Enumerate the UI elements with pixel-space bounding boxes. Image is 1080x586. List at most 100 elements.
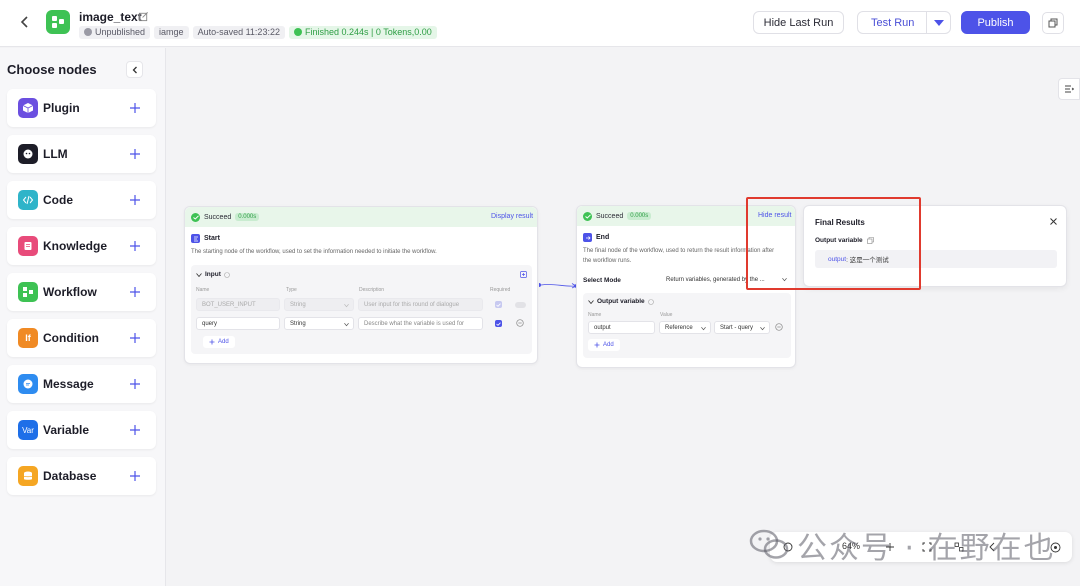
sidebar-item-plugin[interactable]: Plugin xyxy=(7,89,156,127)
required-checkbox xyxy=(495,301,502,308)
node-sidebar: Choose nodes Plugin LLM Code Knowledge W… xyxy=(0,48,166,586)
required-checkbox[interactable] xyxy=(495,320,502,327)
check-circle-icon xyxy=(293,28,302,36)
plugin-icon xyxy=(18,98,38,118)
sidebar-item-label: Code xyxy=(43,193,73,207)
chevron-left-icon xyxy=(20,16,28,28)
input-section-title[interactable]: Input xyxy=(196,271,230,278)
autosave-status: Auto-saved 11:23:22 xyxy=(192,25,285,39)
node-title: Start xyxy=(204,235,220,242)
sidebar-item-variable[interactable]: Var Variable xyxy=(7,411,156,449)
sidebar-item-message[interactable]: Message xyxy=(7,365,156,403)
remove-icon[interactable] xyxy=(516,319,524,327)
sidebar-item-label: Database xyxy=(43,469,97,483)
display-result-link[interactable]: Display result xyxy=(491,213,533,220)
sidebar-item-knowledge[interactable]: Knowledge xyxy=(7,227,156,265)
chevron-down-icon[interactable] xyxy=(934,20,944,26)
sidebar-item-database[interactable]: Database xyxy=(7,457,156,495)
close-icon[interactable] xyxy=(1049,217,1058,226)
remove-icon[interactable] xyxy=(775,323,783,331)
plus-icon[interactable] xyxy=(128,285,142,299)
plus-icon[interactable] xyxy=(128,101,142,115)
sidebar-item-label: Plugin xyxy=(43,101,80,115)
param-description-input[interactable]: Describe what the variable is used for xyxy=(358,317,483,330)
duration-badge: 0.000s xyxy=(627,212,652,220)
add-output-button[interactable]: Add xyxy=(588,339,620,351)
workflow-canvas[interactable]: Succeed 0.000s Display result Start The … xyxy=(167,48,1080,586)
plus-icon[interactable] xyxy=(128,147,142,161)
start-node-icon xyxy=(191,234,200,243)
watermark: 公众号 · 在野在也 xyxy=(749,525,1056,566)
condition-icon: If xyxy=(18,328,38,348)
chevron-left-icon xyxy=(132,66,137,73)
code-icon xyxy=(18,190,38,210)
sidebar-item-label: Knowledge xyxy=(43,239,108,253)
chevron-down-icon xyxy=(344,323,349,327)
param-description-input: User input for this round of dialogue xyxy=(358,298,483,311)
llm-icon xyxy=(18,144,38,164)
column-header-name: Name xyxy=(588,312,602,318)
plus-icon xyxy=(594,342,600,348)
node-header: Start xyxy=(185,227,537,243)
plus-icon xyxy=(209,339,215,345)
node-status-bar: Succeed 0.000s xyxy=(185,207,537,227)
chevron-down-icon xyxy=(196,272,202,277)
chevron-down-icon xyxy=(344,304,349,308)
sidebar-item-label: Condition xyxy=(43,331,99,345)
plus-icon[interactable] xyxy=(128,469,142,483)
divider xyxy=(926,12,927,33)
unpublished-icon xyxy=(84,28,92,36)
output-section-title[interactable]: Output variable xyxy=(588,298,654,305)
copy-icon xyxy=(1048,18,1058,28)
workflow-app-icon xyxy=(46,10,70,34)
add-parameter-button[interactable]: Add xyxy=(203,336,235,348)
param-type-select: String xyxy=(284,298,354,311)
value-source-select[interactable]: Reference xyxy=(659,321,711,334)
input-panel: Input Name Type Description Required BOT… xyxy=(191,265,532,354)
check-circle-icon xyxy=(583,211,592,221)
meta-row: Unpublished iamge Auto-saved 11:23:22 Fi… xyxy=(79,25,437,39)
reference-value-select[interactable]: Start - query xyxy=(714,321,770,334)
add-parameter-icon[interactable] xyxy=(520,271,527,278)
column-header-required: Required xyxy=(490,287,511,293)
sidebar-item-llm[interactable]: LLM xyxy=(7,135,156,173)
select-mode-label: Select Mode xyxy=(583,277,621,284)
back-button[interactable] xyxy=(14,11,36,33)
sidebar-title: Choose nodes xyxy=(7,62,97,77)
sidebar-item-label: LLM xyxy=(43,147,68,161)
plus-icon[interactable] xyxy=(128,423,142,437)
publish-status-badge: Unpublished xyxy=(79,25,151,39)
copy-button[interactable] xyxy=(1042,12,1064,34)
sidebar-item-workflow[interactable]: Workflow xyxy=(7,273,156,311)
workflow-title: image_text xyxy=(79,10,142,24)
sidebar-item-condition[interactable]: If Condition xyxy=(7,319,156,357)
sidebar-item-label: Message xyxy=(43,377,94,391)
sidebar-item-code[interactable]: Code xyxy=(7,181,156,219)
hide-last-run-button[interactable]: Hide Last Run xyxy=(753,11,844,34)
collapse-sidebar-button[interactable] xyxy=(126,61,143,78)
toggle-switch xyxy=(515,302,526,308)
duration-badge: 0.000s xyxy=(235,213,260,221)
edit-icon[interactable] xyxy=(138,11,149,22)
check-circle-icon xyxy=(191,212,200,222)
output-panel: Output variable Name Value output Refere… xyxy=(583,293,791,358)
node-connector xyxy=(539,283,578,289)
plus-icon[interactable] xyxy=(128,239,142,253)
output-name-input[interactable]: output xyxy=(588,321,655,334)
plus-icon[interactable] xyxy=(128,193,142,207)
panel-toggle-button[interactable] xyxy=(1058,78,1080,100)
test-run-label: Test Run xyxy=(871,16,915,29)
list-icon xyxy=(1065,85,1074,93)
publish-button[interactable]: Publish xyxy=(961,11,1030,34)
param-name-input[interactable]: query xyxy=(196,317,280,330)
column-header-description: Description xyxy=(359,287,385,293)
param-type-select[interactable]: String xyxy=(284,317,354,330)
plus-icon[interactable] xyxy=(128,377,142,391)
variable-icon: Var xyxy=(18,420,38,440)
workflow-icon xyxy=(18,282,38,302)
test-run-button[interactable]: Test Run xyxy=(857,11,951,34)
end-node-icon xyxy=(583,233,592,242)
start-node-card[interactable]: Succeed 0.000s Display result Start The … xyxy=(184,206,538,364)
node-description: The starting node of the workflow, used … xyxy=(191,249,437,255)
plus-icon[interactable] xyxy=(128,331,142,345)
